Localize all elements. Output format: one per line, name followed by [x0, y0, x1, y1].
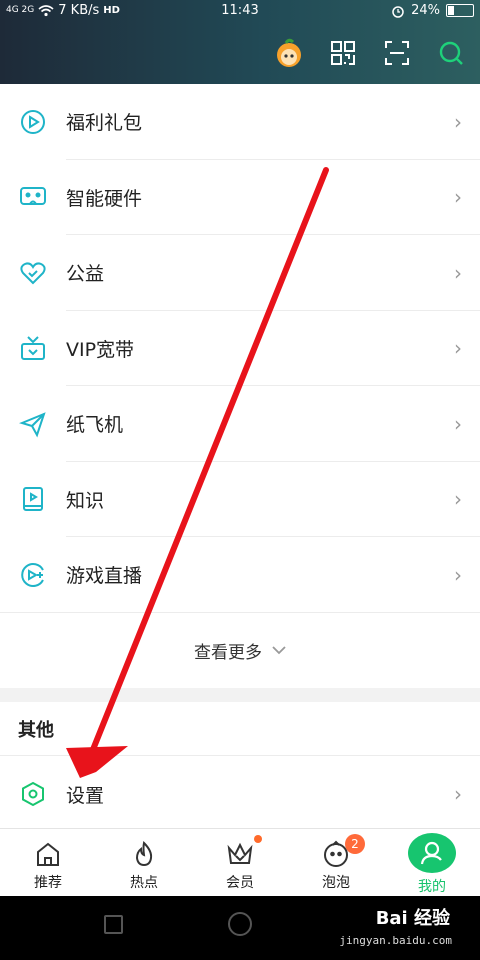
tab-label: 会员: [226, 875, 254, 891]
chevron-right-icon: ›: [454, 336, 462, 361]
alarm-icon: [392, 5, 404, 18]
tab-label: 泡泡: [322, 875, 350, 891]
broadband-icon: [18, 333, 48, 363]
battery-icon: [446, 4, 474, 17]
notification-dot: [254, 835, 262, 843]
unread-badge: 2: [345, 834, 365, 854]
chevron-right-icon: ›: [454, 185, 462, 210]
menu-item-label: 纸飞机: [66, 414, 124, 437]
menu-item-label: 游戏直播: [66, 565, 143, 588]
settings-icon: [18, 779, 48, 809]
chevron-right-icon: ›: [454, 260, 462, 285]
chevron-right-icon: ›: [454, 562, 462, 587]
section-gap: [0, 690, 480, 702]
feature-list: 福利礼包 › 智能硬件 › 公益 › VIP宽带 › 纸飞机 › 知识 › 游戏…: [0, 84, 480, 688]
status-bar: 4G 2G 7 KB/s HD 11:43 24%: [0, 0, 480, 24]
menu-item-label: VIP宽带: [66, 338, 135, 361]
game-live-icon: [18, 560, 48, 590]
see-more-button[interactable]: 查看更多: [0, 613, 480, 688]
watermark-url: jingyan.baidu.com: [339, 934, 452, 947]
chevron-right-icon: ›: [454, 782, 462, 806]
tab-recommend[interactable]: 推荐: [0, 829, 96, 896]
menu-item-paper-plane[interactable]: 纸飞机 ›: [0, 386, 480, 462]
vr-glasses-icon: [18, 182, 48, 212]
menu-item-label: 设置: [66, 784, 105, 807]
divider: [0, 611, 480, 613]
section-title: 其他: [0, 702, 480, 756]
other-section: 其他 设置 ›: [0, 702, 480, 832]
tab-label: 热点: [130, 875, 158, 891]
heart-hands-icon: [18, 258, 48, 288]
fire-icon: [129, 839, 159, 869]
tab-vip[interactable]: 会员: [192, 829, 288, 896]
app-header: 4G 2G 7 KB/s HD 11:43 24%: [0, 0, 480, 84]
menu-item-charity[interactable]: 公益 ›: [0, 235, 480, 311]
tab-hot[interactable]: 热点: [96, 829, 192, 896]
qr-code-icon[interactable]: [328, 38, 358, 68]
battery-percent: 24%: [411, 3, 440, 18]
menu-item-label: 公益: [66, 263, 105, 286]
menu-item-vip-broadband[interactable]: VIP宽带 ›: [0, 311, 480, 386]
menu-item-gift[interactable]: 福利礼包 ›: [0, 84, 480, 160]
chevron-right-icon: ›: [454, 411, 462, 436]
crown-icon: [225, 839, 255, 869]
search-icon[interactable]: [436, 38, 466, 68]
profile-icon: [408, 833, 456, 873]
chevron-right-icon: ›: [454, 487, 462, 512]
menu-item-label: 智能硬件: [66, 187, 143, 210]
see-more-label: 查看更多: [194, 642, 262, 663]
menu-item-hardware[interactable]: 智能硬件 ›: [0, 160, 480, 235]
menu-item-label: 福利礼包: [66, 112, 143, 135]
gift-play-icon: [18, 107, 48, 137]
chevron-down-icon: [272, 646, 286, 655]
tab-me[interactable]: 我的: [384, 829, 480, 896]
tab-label: 我的: [418, 879, 446, 895]
tab-bubble[interactable]: 泡泡 2: [288, 829, 384, 896]
tab-label: 推荐: [34, 875, 62, 891]
bottom-tab-bar: 推荐 热点 会员 泡泡 2 我的: [0, 828, 480, 896]
scan-icon[interactable]: [382, 38, 412, 68]
paper-plane-icon: [18, 409, 48, 439]
avatar-icon[interactable]: [274, 38, 304, 68]
book-icon: [18, 484, 48, 514]
home-button[interactable]: [228, 912, 252, 936]
menu-item-settings[interactable]: 设置 ›: [0, 756, 480, 832]
watermark-logo: Bai 经验: [375, 908, 450, 929]
chevron-right-icon: ›: [454, 109, 462, 134]
home-icon: [33, 839, 63, 869]
recents-button[interactable]: [104, 915, 123, 934]
menu-item-label: 知识: [66, 489, 105, 512]
menu-item-game-live[interactable]: 游戏直播 ›: [0, 537, 480, 613]
menu-item-knowledge[interactable]: 知识 ›: [0, 462, 480, 537]
